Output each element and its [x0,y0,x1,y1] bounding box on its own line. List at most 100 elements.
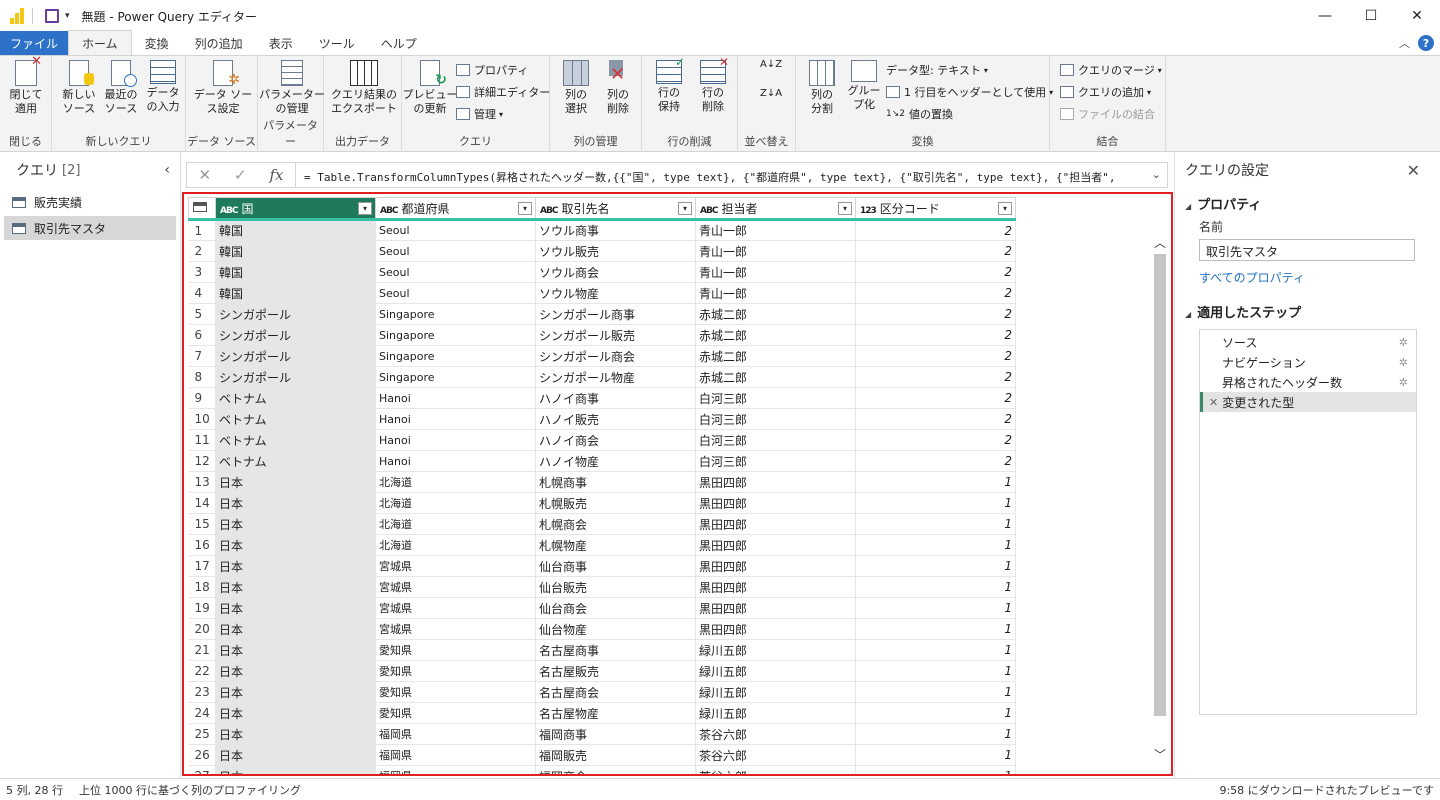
table-cell[interactable]: 福岡商会 [535,765,696,774]
row-number[interactable]: 12 [188,450,216,472]
data-source-settings-button[interactable]: ✲ データ ソー ス設定 [194,60,252,116]
choose-columns-button[interactable]: 列の 選択 [556,60,596,116]
applied-steps-section[interactable]: ◢ 適用したステップ [1175,302,1440,321]
table-cell[interactable]: 白河三郎 [695,408,856,430]
table-cell[interactable]: 2 [855,282,1016,304]
table-cell[interactable]: 2 [855,429,1016,451]
table-cell[interactable]: 1 [855,513,1016,535]
table-cell[interactable]: 宮城県 [375,555,536,577]
table-cell[interactable]: 韓国 [215,282,376,304]
table-cell[interactable]: ベトナム [215,429,376,451]
maximize-button[interactable]: ☐ [1348,0,1394,32]
new-source-button[interactable]: 新しい ソース [60,60,98,116]
row-number[interactable]: 22 [188,660,216,682]
close-settings-icon[interactable]: ✕ [1407,161,1420,180]
tab-help[interactable]: ヘルプ [368,31,430,55]
table-cell[interactable]: 福岡県 [375,765,536,774]
table-cell[interactable]: 日本 [215,513,376,535]
row-number[interactable]: 11 [188,429,216,451]
table-cell[interactable]: 2 [855,408,1016,430]
table-cell[interactable]: 宮城県 [375,597,536,619]
column-filter-dropdown-icon[interactable]: ▾ [998,202,1012,215]
advanced-editor-button[interactable]: 詳細エディター [456,82,550,102]
table-cell[interactable]: 2 [855,345,1016,367]
table-cell[interactable]: ハノイ商会 [535,429,696,451]
column-header[interactable]: 123 区分コード ▾ [855,197,1016,221]
table-cell[interactable]: 1 [855,702,1016,724]
row-number[interactable]: 14 [188,492,216,514]
step-promoted-headers[interactable]: 昇格されたヘッダー数 ✲ [1200,372,1416,392]
column-type-icon[interactable]: ABC [380,206,398,216]
table-cell[interactable]: 愛知県 [375,660,536,682]
table-cell[interactable]: 仙台商事 [535,555,696,577]
tab-tools[interactable]: ツール [306,31,368,55]
table-cell[interactable]: 北海道 [375,492,536,514]
table-cell[interactable]: 茶谷六郎 [695,723,856,745]
table-cell[interactable]: シンガポール [215,345,376,367]
table-cell[interactable]: 2 [855,387,1016,409]
use-first-row-as-headers-button[interactable]: 1 行目をヘッダーとして使用 ▾ [886,82,1053,102]
table-cell[interactable]: 緑川五郎 [695,639,856,661]
row-number[interactable]: 18 [188,576,216,598]
table-cell[interactable]: シンガポール商会 [535,345,696,367]
table-cell[interactable]: ハノイ物産 [535,450,696,472]
column-header[interactable]: ABC 国 ▾ [215,197,376,221]
group-by-button[interactable]: グルー プ化 [844,60,884,112]
table-cell[interactable]: 1 [855,471,1016,493]
table-cell[interactable]: 茶谷六郎 [695,744,856,766]
row-number[interactable]: 9 [188,387,216,409]
table-cell[interactable]: 日本 [215,723,376,745]
row-number[interactable]: 23 [188,681,216,703]
column-header[interactable]: ABC 取引先名 ▾ [535,197,696,221]
row-number[interactable]: 25 [188,723,216,745]
save-icon[interactable] [45,9,59,23]
table-cell[interactable]: 黒田四郎 [695,471,856,493]
table-cell[interactable]: ソウル物産 [535,282,696,304]
table-cell[interactable]: 福岡販売 [535,744,696,766]
properties-section[interactable]: ◢ プロパティ [1175,194,1440,213]
column-header[interactable]: ABC 担当者 ▾ [695,197,856,221]
data-type-dropdown[interactable]: データ型: テキスト ▾ [886,60,988,80]
table-cell[interactable]: 宮城県 [375,618,536,640]
scroll-down-icon[interactable]: ﹀ [1152,746,1168,763]
table-cell[interactable]: 青山一郎 [695,219,856,241]
table-cell[interactable]: 韓国 [215,261,376,283]
remove-columns-button[interactable]: ✕ 列の 削除 [598,60,638,116]
table-cell[interactable]: 愛知県 [375,639,536,661]
table-cell[interactable]: 青山一郎 [695,261,856,283]
tab-add-column[interactable]: 列の追加 [182,31,256,55]
table-cell[interactable]: シンガポール [215,303,376,325]
table-menu-icon[interactable] [188,197,216,221]
table-cell[interactable]: 2 [855,366,1016,388]
table-cell[interactable]: Hanoi [375,450,536,472]
row-number[interactable]: 5 [188,303,216,325]
enter-data-button[interactable]: データ の入力 [144,60,182,114]
table-cell[interactable]: 北海道 [375,513,536,535]
row-number[interactable]: 3 [188,261,216,283]
sort-ascending-button[interactable]: A↓Z [760,60,782,78]
query-name-input[interactable]: 取引先マスタ [1199,239,1415,261]
query-item-sales[interactable]: 販売実績 [4,190,176,214]
table-cell[interactable]: 青山一郎 [695,240,856,262]
step-changed-type[interactable]: ✕ 変更された型 [1200,392,1416,412]
properties-button[interactable]: プロパティ [456,60,528,80]
tab-transform[interactable]: 変換 [132,31,182,55]
row-number[interactable]: 17 [188,555,216,577]
table-cell[interactable]: Singapore [375,366,536,388]
column-filter-dropdown-icon[interactable]: ▾ [518,202,532,215]
step-navigation[interactable]: ナビゲーション ✲ [1200,352,1416,372]
table-cell[interactable]: ハノイ販売 [535,408,696,430]
table-cell[interactable]: 名古屋物産 [535,702,696,724]
table-cell[interactable]: 白河三郎 [695,387,856,409]
quick-access-dropdown-icon[interactable]: ▾ [65,11,70,21]
column-type-icon[interactable]: 123 [860,206,877,216]
table-cell[interactable]: 1 [855,681,1016,703]
table-cell[interactable]: 日本 [215,765,376,774]
fx-icon[interactable]: fx [270,166,284,184]
table-cell[interactable]: 日本 [215,618,376,640]
scroll-thumb[interactable] [1154,254,1166,716]
table-cell[interactable]: 日本 [215,576,376,598]
expand-formula-icon[interactable]: ⌄ [1152,168,1161,181]
replace-values-button[interactable]: 1↘2 値の置換 [886,104,953,124]
table-cell[interactable]: Hanoi [375,429,536,451]
